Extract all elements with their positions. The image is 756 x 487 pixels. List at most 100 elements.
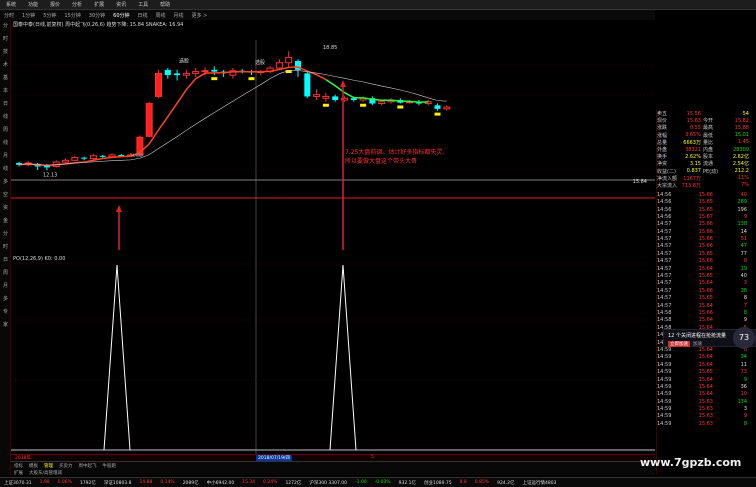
tick-volume: 51 xyxy=(740,236,747,243)
left-tab-16[interactable]: 分 xyxy=(0,228,11,241)
period-tab-7[interactable]: 周线 xyxy=(152,12,170,19)
tick-volume: 8 xyxy=(743,420,747,427)
left-tab-7[interactable]: 线 xyxy=(0,111,11,124)
left-tab-19[interactable]: 周 xyxy=(0,267,11,280)
left-tab-3[interactable]: 术 xyxy=(0,59,11,72)
left-tab-15[interactable]: 金 xyxy=(0,215,11,228)
candle-body xyxy=(89,155,97,160)
left-tab-8[interactable]: 周 xyxy=(0,124,11,137)
signal-mark xyxy=(211,77,218,81)
signal-mark xyxy=(322,103,329,107)
menu-item-4[interactable]: 扩展 xyxy=(88,0,110,10)
quote-label-2: 流通 xyxy=(703,161,714,168)
tick-volume: 73 xyxy=(740,369,747,376)
high-price-label: 18.85 xyxy=(323,45,337,51)
tick-row: 14:57 15.66 138 xyxy=(657,221,756,228)
candle-body xyxy=(332,96,339,100)
left-tab-9[interactable]: 线 xyxy=(0,137,11,150)
left-tab-10[interactable]: 月 xyxy=(0,150,11,163)
period-tab-0[interactable]: 分时 xyxy=(0,12,18,19)
chart-info-line: 国泰中泰(日线,前复权) 周中起飞(0,26,6) 趋势下降: 15.84 SN… xyxy=(13,22,184,28)
tick-time: 14:59 xyxy=(657,406,672,413)
period-tab-9[interactable]: 更多 > xyxy=(188,12,212,19)
tick-price: 15.66 xyxy=(698,310,713,316)
speed-badge[interactable]: 73 xyxy=(733,327,755,349)
date-strip: 2018年 2018/07/19/四 5 xyxy=(11,454,655,461)
left-tab-22[interactable]: 专 xyxy=(0,306,11,319)
period-tab-1[interactable]: 1分钟 xyxy=(18,12,39,19)
candle-body xyxy=(285,56,293,64)
left-tab-11[interactable]: 线 xyxy=(0,163,11,176)
menu-item-7[interactable]: 帮助 xyxy=(154,0,176,10)
left-tab-12[interactable]: 多 xyxy=(0,176,11,189)
left-tab-17[interactable]: 时 xyxy=(0,241,11,254)
tick-row: 14:57 15.64 7 xyxy=(657,302,756,309)
quote-value-2: 28309 xyxy=(733,146,749,153)
period-tab-3[interactable]: 15分钟 xyxy=(60,12,84,19)
quote-row: 现价 15.63 今开 15.82 xyxy=(657,117,756,125)
signal-mark xyxy=(360,103,367,107)
tick-volume: 138 xyxy=(737,221,747,228)
ad-accelerate-link[interactable]: 加速 xyxy=(690,341,705,347)
tick-row: 14:56 15.66 40 xyxy=(657,191,756,198)
left-tab-20[interactable]: 月 xyxy=(0,280,11,293)
left-tab-14[interactable]: 资 xyxy=(0,202,11,215)
bottom-tab-3[interactable]: 买卖力 xyxy=(56,463,76,469)
ad-accelerate-button[interactable]: 立即加速 xyxy=(668,341,690,347)
candle-body xyxy=(322,95,330,99)
tick-volume: 8 xyxy=(743,295,747,302)
bottom-tab-5[interactable]: 牛股跑 xyxy=(100,463,120,469)
candle-body xyxy=(43,165,50,168)
menu-item-2[interactable]: 报价 xyxy=(44,0,66,10)
bottom-tab-2[interactable]: 管理 xyxy=(41,463,56,469)
bottom-tab-1[interactable]: 模板 xyxy=(26,463,41,469)
left-tab-1[interactable]: 时 xyxy=(0,33,11,46)
tick-volume: 11 xyxy=(740,361,747,368)
left-tab-13[interactable]: 空 xyxy=(0,189,11,202)
annotation-line-2: 所以要做大盘这个带头大哥 xyxy=(345,158,418,165)
bottom-tab2-0[interactable]: 扩展 xyxy=(11,470,26,476)
left-tab-5[interactable]: 本 xyxy=(0,85,11,98)
bottom-tab-4[interactable]: 周中起飞 xyxy=(76,463,100,469)
menu-item-3[interactable]: 分析 xyxy=(66,0,88,10)
tick-volume: 14 xyxy=(740,228,747,235)
left-tab-4[interactable]: 基 xyxy=(0,72,11,85)
tick-row: 14:57 15.66 51 xyxy=(657,235,756,242)
tick-time: 14:57 xyxy=(657,258,672,265)
tick-row: 14:56 15.65 196 xyxy=(657,206,756,213)
tick-time: 14:56 xyxy=(657,199,672,206)
signal-mark xyxy=(397,105,404,109)
quote-label-2: PE(动) xyxy=(703,168,719,175)
indicator-chart[interactable] xyxy=(11,260,655,456)
bottom-tab-0[interactable]: 指标 xyxy=(11,463,26,469)
quote-label: 换手 xyxy=(657,154,668,161)
period-tab-4[interactable]: 30分钟 xyxy=(85,12,109,19)
kline-chart[interactable]: 18.85 12.13 15.84 选股 选股 MA80C xyxy=(11,20,655,260)
tick-time: 14:59 xyxy=(657,354,672,361)
menu-item-6[interactable]: 工具 xyxy=(132,0,154,10)
left-tab-2[interactable]: 技 xyxy=(0,46,11,59)
tick-volume: 9 xyxy=(743,376,747,383)
candle-body xyxy=(350,98,357,100)
tick-time: 14:56 xyxy=(657,206,672,213)
left-tab-0[interactable]: 分 xyxy=(0,20,11,33)
period-tab-2[interactable]: 5分钟 xyxy=(39,12,60,19)
status-item-12: 沪深300 3307.00 xyxy=(309,480,348,486)
period-tab-8[interactable]: 月线 xyxy=(170,12,188,19)
period-tab-5[interactable]: 60分钟 xyxy=(109,12,133,19)
menu-item-0[interactable]: 系统 xyxy=(0,0,22,10)
tick-time: 14:57 xyxy=(657,287,672,294)
left-tab-21[interactable]: 多 xyxy=(0,293,11,306)
bottom-tab2-1[interactable]: 大股东/高管增减 xyxy=(26,470,65,476)
menu-item-5[interactable]: 资讯 xyxy=(110,0,132,10)
menu-item-1[interactable]: 功能 xyxy=(22,0,44,10)
candle-body xyxy=(174,73,181,76)
period-toolbar: 分时 1分钟 5分钟 15分钟 30分钟 60分钟 日线 周线 月线 更多 > xyxy=(0,10,655,20)
left-tab-18[interactable]: 日 xyxy=(0,254,11,267)
left-tab-6[interactable]: 日 xyxy=(0,98,11,111)
period-tab-6[interactable]: 日线 xyxy=(134,12,152,19)
tick-volume: 3 xyxy=(743,280,747,287)
quote-label-2: 今开 xyxy=(703,118,714,125)
select-label-2: 选股 xyxy=(255,59,265,66)
left-tab-23[interactable]: 家 xyxy=(0,319,11,332)
